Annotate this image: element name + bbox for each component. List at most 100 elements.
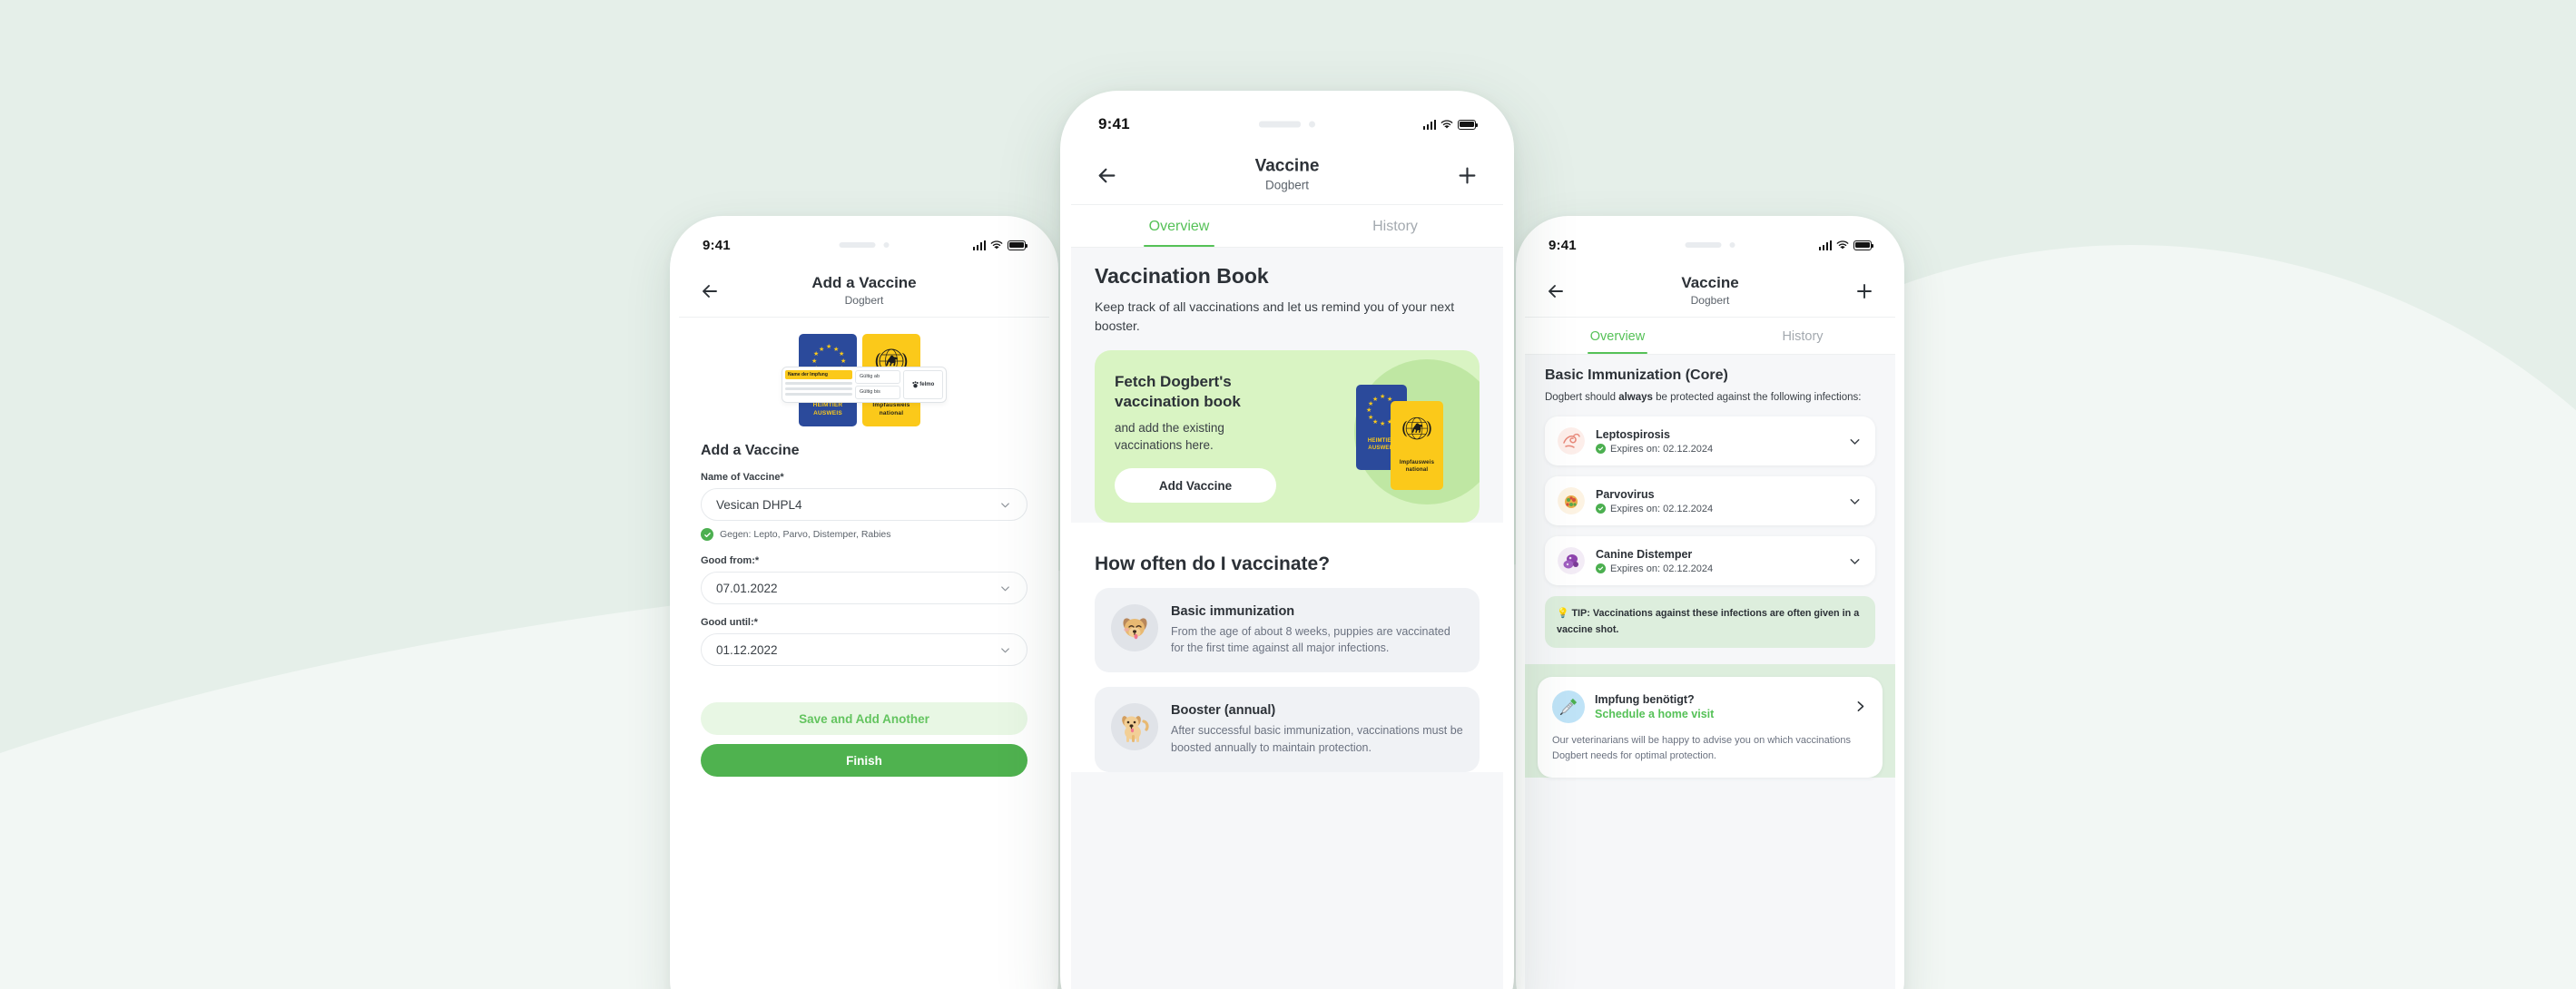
infection-status: Expires on: 02.12.2024: [1596, 444, 1713, 455]
expiry-text: Expires on: 02.12.2024: [1610, 563, 1714, 574]
national-line2: national: [1405, 466, 1429, 473]
page-subtitle: Dogbert: [1690, 293, 1730, 307]
overlay-col-dates: Gültig ab Gültig bis: [855, 370, 900, 399]
back-arrow-icon[interactable]: [1545, 280, 1567, 302]
national-line2: national: [879, 410, 904, 417]
check-circle-icon: [1596, 563, 1606, 574]
info-card-text: Basic immunization From the age of about…: [1171, 604, 1463, 656]
notch-group: [839, 242, 890, 248]
schedule-home-visit-card[interactable]: Impfung benötigt? Schedule a home visit …: [1538, 676, 1883, 778]
plus-icon[interactable]: [1853, 280, 1875, 302]
status-bar-left: 9:41: [679, 225, 1049, 265]
info-card-booster-annual[interactable]: Booster (annual) After successful basic …: [1095, 687, 1480, 772]
add-vaccine-form: Add a Vaccine Name of Vaccine* Vesican D…: [679, 434, 1049, 777]
nav-titles: Add a Vaccine Dogbert: [679, 273, 1049, 308]
section2-heading: How often do I vaccinate?: [1095, 553, 1331, 575]
tab-overview[interactable]: Overview: [1525, 318, 1710, 354]
chevron-down-icon[interactable]: [1847, 494, 1863, 509]
infection-status: Expires on: 02.12.2024: [1596, 504, 1713, 514]
chevron-right-icon[interactable]: [1853, 699, 1868, 714]
button-gap: [701, 666, 1027, 693]
form-title: Add a Vaccine: [701, 443, 800, 458]
check-circle-icon: [1596, 504, 1606, 514]
good-from-select[interactable]: 07.01.2022: [701, 572, 1027, 604]
national-line1: Impfausweis: [1399, 459, 1435, 465]
info-card-title: Basic immunization: [1171, 604, 1295, 620]
vaccine-name-select[interactable]: Vesican DHPL4: [701, 488, 1027, 521]
vaccination-passport-illustration: ★ ★ ★ ★ ★ ★ ★ ★ ★ ★ ★ ★: [679, 318, 1049, 434]
vet-card-link[interactable]: Schedule a home visit: [1595, 708, 1714, 720]
content-left: ★ ★ ★ ★ ★ ★ ★ ★ ★ ★ ★ ★: [679, 318, 1049, 989]
chevron-down-icon[interactable]: [1847, 553, 1863, 569]
back-arrow-icon[interactable]: [1095, 163, 1119, 188]
lead-pre: Dogbert should: [1545, 392, 1619, 403]
vaccine-coverage-hint: Gegen: Lepto, Parvo, Distemper, Rabies: [701, 528, 1027, 541]
infection-row-canine-distemper[interactable]: Canine Distemper Expires on: 02.12.2024: [1545, 536, 1875, 586]
speaker-grille: [839, 242, 876, 248]
info-card-body: After successful basic immunization, vac…: [1171, 724, 1463, 754]
wifi-icon: [1836, 240, 1849, 250]
status-time: 9:41: [1549, 237, 1577, 253]
status-bar-mid: 9:41: [1071, 102, 1503, 147]
eu-passport-label: HEIMTIER AUSWEIS: [799, 402, 857, 418]
coverage-text: Gegen: Lepto, Parvo, Distemper, Rabies: [720, 529, 891, 540]
vet-card-header: Impfung benötigt? Schedule a home visit: [1552, 690, 1868, 723]
finish-button[interactable]: Finish: [701, 744, 1027, 777]
eu-passport-line2: AUSWEIS: [813, 410, 842, 417]
overlay-placeholder-line: [785, 381, 852, 385]
chevron-down-icon: [1001, 585, 1009, 591]
overlay-valid-until: Gültig bis: [855, 386, 900, 399]
wifi-icon: [1440, 119, 1453, 129]
add-vaccine-button[interactable]: Add Vaccine: [1115, 468, 1276, 504]
page-title: Add a Vaccine: [811, 273, 917, 291]
overlay-form-preview: Name der Impfung Gültig ab Gültig bis fe…: [782, 367, 947, 403]
tab-overview[interactable]: Overview: [1071, 205, 1287, 247]
paw-icon: [912, 381, 919, 388]
vet-card-body: Our veterinarians will be happy to advis…: [1552, 734, 1851, 761]
front-camera-dot: [883, 242, 890, 248]
parvovirus-icon: [1558, 487, 1585, 515]
check-circle-icon: [701, 528, 713, 541]
phone-left-add-vaccine: 9:41 Add a Vaccine Dogbert ★ ★ ★ ★ ★ ★ ★…: [670, 216, 1058, 989]
section-lead: Dogbert should always be protected again…: [1545, 390, 1875, 416]
good-until-select[interactable]: 01.12.2022: [701, 633, 1027, 666]
phone-mid-vaccination-book: 9:41 Vaccine Dogbert Overview History Va…: [1060, 91, 1514, 989]
expiry-text: Expires on: 02.12.2024: [1610, 443, 1714, 455]
chevron-down-icon[interactable]: [1847, 434, 1863, 449]
page-title: Vaccine: [1681, 273, 1739, 291]
basic-immunization-section: Basic Immunization (Core) Dogbert should…: [1525, 355, 1895, 648]
lead-bold: always: [1618, 392, 1653, 403]
section-lead: Keep track of all vaccinations and let u…: [1095, 299, 1455, 333]
overlay-placeholder-line: [785, 392, 852, 396]
national-card-label: Impfausweis national: [1391, 459, 1443, 474]
tab-history[interactable]: History: [1710, 318, 1895, 354]
status-icons: [1422, 119, 1479, 130]
overlay-col-brand: felmo: [903, 370, 943, 399]
save-and-add-another-button[interactable]: Save and Add Another: [701, 702, 1027, 735]
back-arrow-icon[interactable]: [699, 280, 721, 302]
tip-banner: 💡 TIP: Vaccinations against these infect…: [1545, 596, 1875, 648]
vet-card-titles: Impfung benötigt? Schedule a home visit: [1595, 693, 1714, 720]
tabs-mid: Overview History: [1071, 205, 1503, 248]
vet-card-title: Impfung benötigt?: [1595, 692, 1695, 706]
infection-row-leptospirosis[interactable]: Leptospirosis Expires on: 02.12.2024: [1545, 416, 1875, 466]
puppy-avatar-icon: [1111, 604, 1158, 652]
page-subtitle: Dogbert: [1264, 178, 1310, 192]
status-bar-right: 9:41: [1525, 225, 1895, 265]
notch-group: [1685, 242, 1735, 248]
felmo-brand-logo: felmo: [903, 370, 943, 399]
status-time: 9:41: [1098, 115, 1130, 132]
page-subtitle: Dogbert: [844, 293, 884, 307]
screen-mid: 9:41 Vaccine Dogbert Overview History Va…: [1071, 102, 1503, 989]
battery-icon: [1008, 240, 1028, 250]
infection-row-parvovirus[interactable]: Parvovirus Expires on: 02.12.2024: [1545, 476, 1875, 526]
cellular-signal-icon: [972, 240, 986, 250]
vet-promo-panel: Impfung benötigt? Schedule a home visit …: [1525, 663, 1895, 778]
info-card-basic-immunization[interactable]: Basic immunization From the age of about…: [1095, 588, 1480, 673]
adult-dog-avatar-icon: [1111, 703, 1158, 751]
syringe-icon: [1552, 690, 1585, 723]
tab-history[interactable]: History: [1287, 205, 1503, 247]
felmo-wordmark: felmo: [919, 382, 935, 387]
plus-icon[interactable]: [1455, 163, 1480, 188]
screen-left: 9:41 Add a Vaccine Dogbert ★ ★ ★ ★ ★ ★ ★…: [679, 225, 1049, 989]
